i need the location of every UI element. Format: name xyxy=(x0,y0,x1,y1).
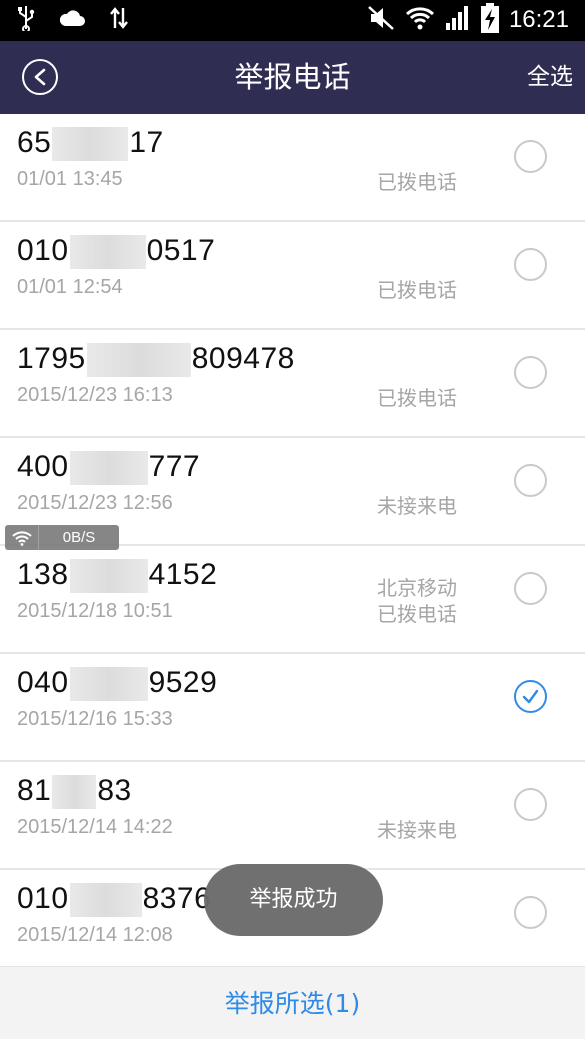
call-list-item[interactable]: 65 17 01/01 13:45 已拨电话 xyxy=(0,114,585,222)
signal-icon xyxy=(445,5,471,35)
cloud-icon xyxy=(58,9,86,31)
status-time: 16:21 xyxy=(508,6,569,33)
call-datetime: 2015/12/14 12:08 xyxy=(17,924,173,946)
redacted-digits xyxy=(69,667,148,702)
phone-number: 400 777 xyxy=(17,450,201,486)
phone-number: 81 83 xyxy=(17,774,132,810)
phone-number-prefix: 81 xyxy=(17,774,52,807)
phone-number: 010 8376 xyxy=(17,882,212,918)
toast-message: 举报成功 xyxy=(204,864,383,936)
call-list-item[interactable]: 81 83 2015/12/14 14:22 未接来电 xyxy=(0,762,585,870)
call-list-item[interactable]: 1795 809478 2015/12/23 16:13 已拨电话 xyxy=(0,330,585,438)
select-checkbox[interactable] xyxy=(514,572,547,605)
select-checkbox[interactable] xyxy=(514,356,547,389)
select-checkbox[interactable] xyxy=(514,464,547,497)
call-datetime: 2015/12/16 15:33 xyxy=(17,708,173,730)
wifi-icon xyxy=(405,5,435,35)
phone-number: 1795 809478 xyxy=(17,342,295,378)
call-datetime: 01/01 12:54 xyxy=(17,276,123,298)
redacted-digits xyxy=(69,559,148,594)
call-datetime: 2015/12/18 10:51 xyxy=(17,600,173,622)
call-type: 已拨电话 xyxy=(377,170,457,194)
bottom-bar: 举报所选(1) xyxy=(0,966,585,1039)
checkmark-icon xyxy=(522,689,539,704)
phone-number-suffix: 4152 xyxy=(148,558,218,591)
phone-number-prefix: 1795 xyxy=(17,342,86,375)
redacted-digits xyxy=(86,343,191,378)
call-datetime: 2015/12/23 16:13 xyxy=(17,384,173,406)
redacted-digits xyxy=(69,451,148,486)
network-speed-value: 0B/S xyxy=(62,529,96,546)
report-selected-button[interactable]: 举报所选(1) xyxy=(0,967,585,1039)
phone-number-suffix: 17 xyxy=(129,126,164,159)
select-checkbox[interactable] xyxy=(514,896,547,929)
select-all-button[interactable]: 全选 xyxy=(527,41,573,114)
call-type: 已拨电话 xyxy=(377,278,457,302)
redacted-digits xyxy=(52,127,129,162)
redacted-digits xyxy=(69,883,142,918)
phone-number-suffix: 8376 xyxy=(142,882,212,915)
phone-number: 138 4152 xyxy=(17,558,218,594)
phone-number-prefix: 040 xyxy=(17,666,69,699)
phone-number-suffix: 9529 xyxy=(148,666,218,699)
call-list-item[interactable]: 010 0517 01/01 12:54 已拨电话 xyxy=(0,222,585,330)
phone-number-prefix: 65 xyxy=(17,126,52,159)
call-type: 未接来电 xyxy=(377,494,457,518)
call-datetime: 01/01 13:45 xyxy=(17,168,123,190)
mute-icon xyxy=(367,5,395,35)
call-type: 已拨电话 xyxy=(377,386,457,410)
phone-number-prefix: 400 xyxy=(17,450,69,483)
select-checkbox[interactable] xyxy=(514,788,547,821)
phone-number: 65 17 xyxy=(17,126,164,162)
phone-number-prefix: 010 xyxy=(17,234,69,267)
call-list-item[interactable]: 040 9529 2015/12/16 15:33 xyxy=(0,654,585,762)
redacted-digits xyxy=(69,235,146,270)
call-datetime: 2015/12/23 12:56 xyxy=(17,492,173,514)
phone-number-suffix: 777 xyxy=(148,450,201,483)
call-datetime: 2015/12/14 14:22 xyxy=(17,816,173,838)
select-checkbox-checked[interactable] xyxy=(514,680,547,713)
data-transfer-icon xyxy=(108,6,130,34)
call-list-item[interactable]: 138 4152 2015/12/18 10:51 北京移动 已拨电话 xyxy=(0,546,585,654)
status-bar: 16:21 xyxy=(0,0,585,41)
page-title: 举报电话 xyxy=(234,60,351,94)
carrier-location: 北京移动 xyxy=(377,576,457,600)
app-header: 举报电话 全选 xyxy=(0,41,585,114)
phone-number-prefix: 138 xyxy=(17,558,69,591)
phone-number-suffix: 83 xyxy=(97,774,132,807)
redacted-digits xyxy=(52,775,97,810)
wifi-icon xyxy=(5,525,39,550)
network-speed-overlay[interactable]: 0B/S xyxy=(5,525,119,550)
call-type: 未接来电 xyxy=(377,818,457,842)
phone-number-suffix: 0517 xyxy=(146,234,216,267)
phone-number: 040 9529 xyxy=(17,666,218,702)
battery-charging-icon xyxy=(480,3,499,37)
phone-number: 010 0517 xyxy=(17,234,216,270)
select-checkbox[interactable] xyxy=(514,140,547,173)
phone-number-prefix: 010 xyxy=(17,882,69,915)
usb-icon xyxy=(16,5,36,35)
phone-number-suffix: 809478 xyxy=(191,342,295,375)
select-checkbox[interactable] xyxy=(514,248,547,281)
call-type: 已拨电话 xyxy=(377,602,457,626)
